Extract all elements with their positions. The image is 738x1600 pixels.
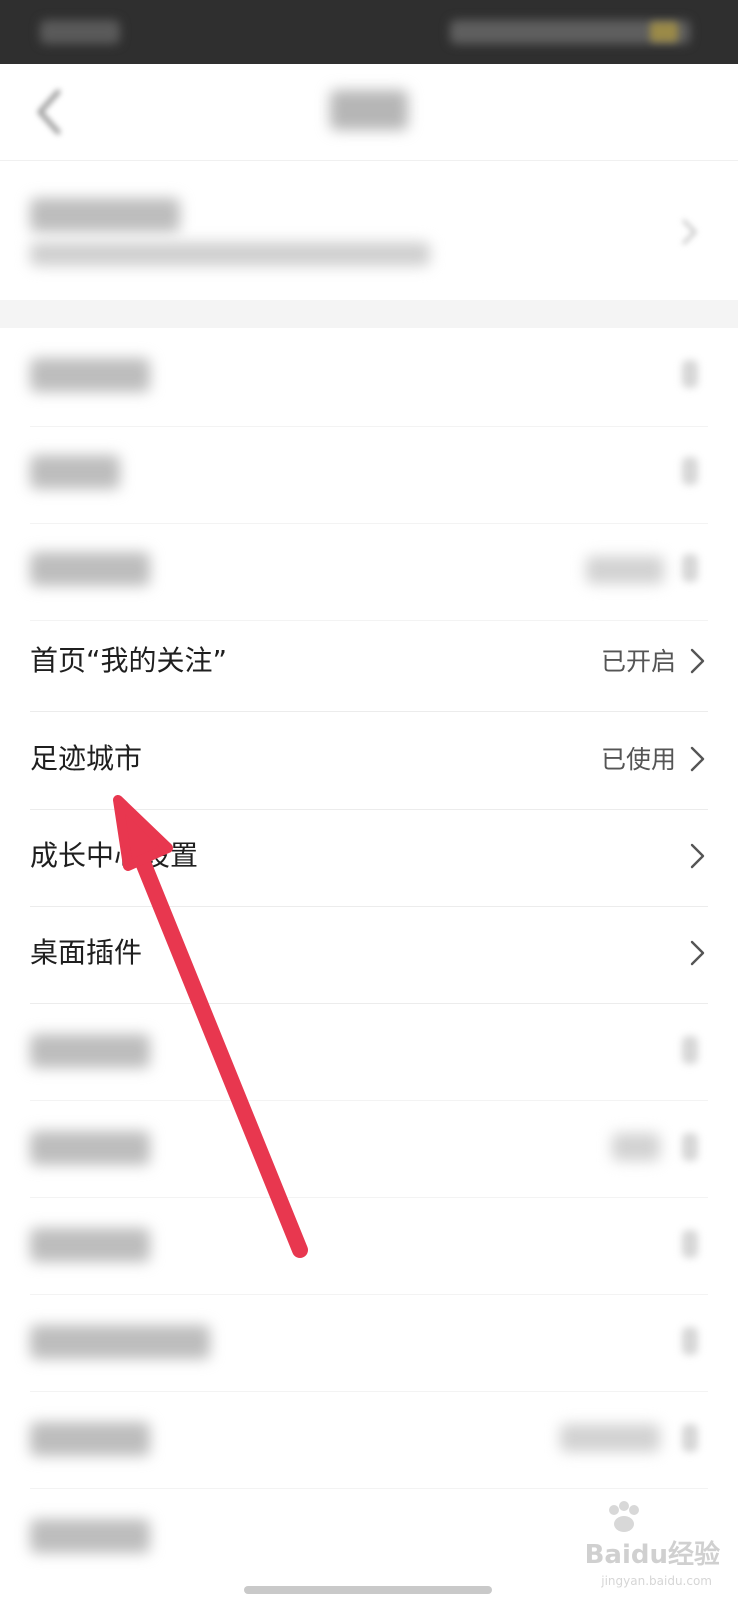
desktop-widget-item[interactable]: 桌面插件 [30,905,708,1004]
chevron-right-icon [690,940,705,966]
list-item[interactable] [30,425,708,524]
status-time [40,20,120,44]
list-item-label: 足迹城市 [30,742,143,775]
app-header [0,64,738,161]
watermark-brand: Baidu经验 [584,1540,720,1570]
chevron-right-icon [690,843,705,869]
chevron-right-icon [682,219,697,245]
list-item-label: 桌面插件 [30,936,143,969]
list-item[interactable] [30,1002,708,1101]
list-item-label: 首页“我的关注” [30,644,228,677]
baidu-watermark: Baidu经验 jingyan.baidu.com [544,1500,724,1590]
list-item-value: 已使用 [600,745,676,774]
list-item[interactable] [30,1196,708,1295]
homepage-following-item[interactable]: 首页“我的关注” 已开启 [30,613,708,712]
footprint-city-item[interactable]: 足迹城市 已使用 [30,711,708,810]
account-title [30,198,180,232]
list-item[interactable] [30,1099,708,1198]
growth-center-settings-item[interactable]: 成长中心设置 [30,808,708,907]
battery-icon [650,22,678,42]
chevron-right-icon [690,648,705,674]
status-bar [0,0,738,64]
list-item-value: 已开启 [600,647,676,676]
chevron-left-icon [37,89,61,135]
account-subtitle [30,242,430,266]
list-item[interactable] [30,328,708,427]
watermark-url: jingyan.baidu.com [601,1574,712,1588]
account-security-item[interactable] [0,160,738,300]
back-button[interactable] [22,82,82,142]
list-item[interactable] [30,522,708,621]
paw-logo-icon [609,1501,639,1532]
list-item[interactable] [30,1390,708,1489]
list-item[interactable] [30,1293,708,1392]
section-divider [0,300,738,328]
home-indicator[interactable] [244,1586,492,1594]
list-item-label: 成长中心设置 [30,839,199,872]
chevron-right-icon [690,746,705,772]
page-title [330,90,408,130]
